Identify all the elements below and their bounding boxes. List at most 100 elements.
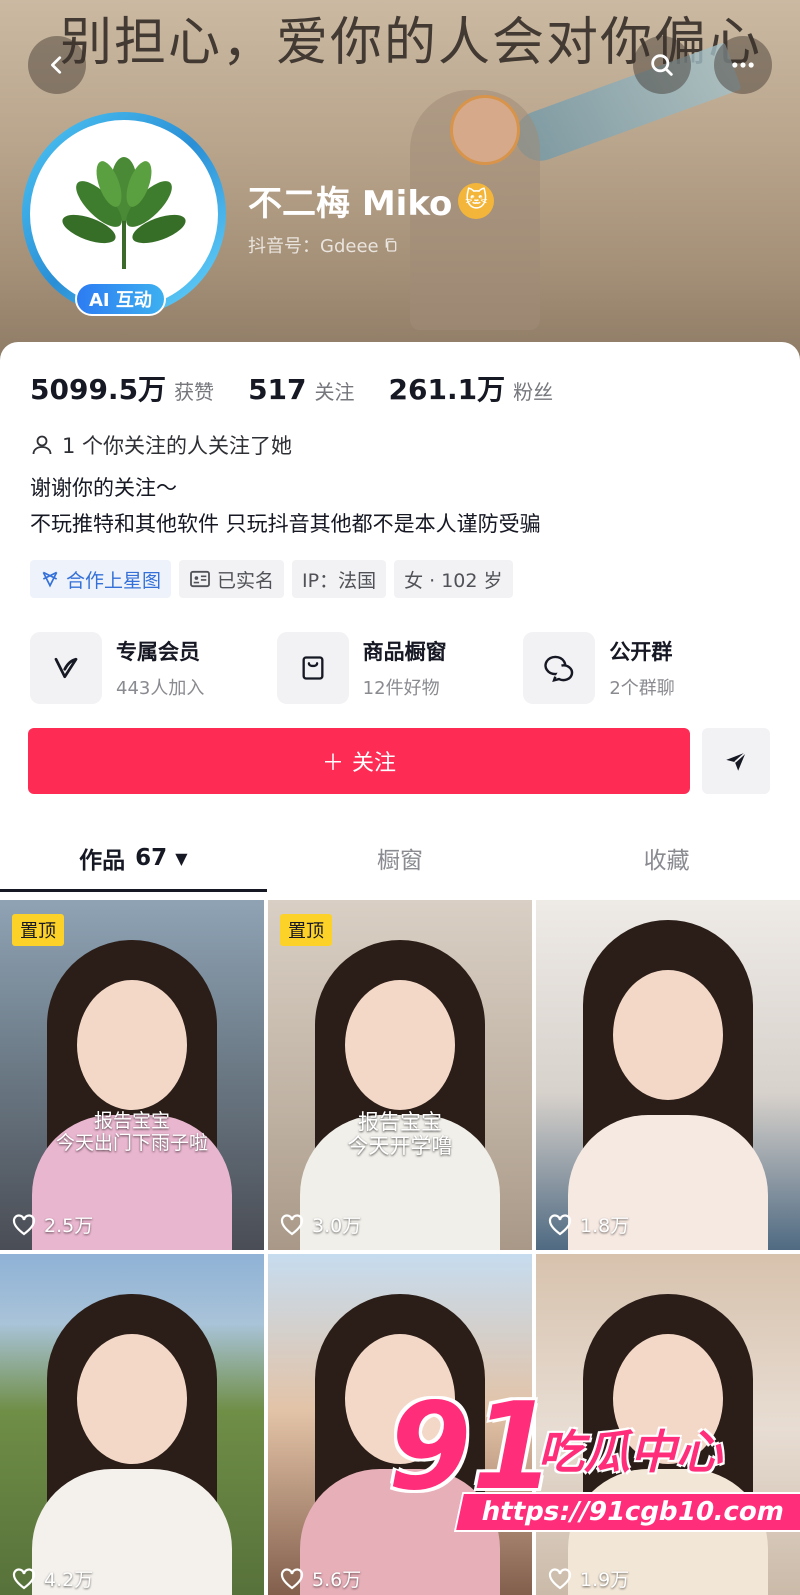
- video-tile[interactable]: 4.2万: [0, 1254, 264, 1595]
- ai-interact-badge[interactable]: AI 互动: [75, 282, 166, 316]
- feature-icon-box: [523, 632, 596, 704]
- caption-line: 今天开学噜: [347, 1134, 453, 1158]
- banner-illustration-head: [450, 95, 520, 165]
- video-tile[interactable]: 置顶 报告宝宝 今天开学噜 3.0万: [268, 900, 532, 1250]
- site-watermark: 91 吃瓜中心 https://91cgb10.com: [388, 1378, 800, 1548]
- caption-line: 今天出门下雨子啦: [55, 1132, 208, 1154]
- caption-line: 报告宝宝: [93, 1110, 170, 1132]
- tag-label: 合作上星图: [66, 569, 162, 592]
- tab-shop-window[interactable]: 橱窗: [267, 830, 534, 886]
- mutual-follow-note[interactable]: 1 个你关注的人关注了她: [30, 430, 292, 460]
- feature-title: 商品橱窗: [362, 640, 447, 664]
- profile-card: 5099.5万 获赞 517 关注 261.1万 粉丝 1 个你关注的人关注了她…: [0, 342, 800, 902]
- stat-value: 5099.5万: [30, 373, 167, 406]
- video-thumbnail: [536, 900, 800, 1250]
- bio-line: 谢谢你的关注～: [30, 476, 177, 500]
- feature-subtitle: 2个群聊: [609, 678, 675, 699]
- tag-label: IP：法国: [302, 569, 377, 592]
- tab-favorites[interactable]: 收藏: [533, 830, 800, 886]
- search-button[interactable]: [633, 36, 691, 94]
- stat-followers[interactable]: 261.1万 粉丝: [389, 368, 554, 408]
- bio-line: 不玩推特和其他软件 只玩抖音其他都不是本人谨防受骗: [30, 512, 541, 536]
- watermark-text: 吃瓜中心: [538, 1425, 722, 1479]
- like-count-value: 5.6万: [312, 1569, 362, 1591]
- stat-value: 517: [248, 373, 307, 406]
- video-caption: 报告宝宝 今天出门下雨子啦: [0, 1110, 264, 1154]
- search-icon: [651, 54, 673, 76]
- feature-shop-window[interactable]: 商品橱窗 12件好物: [276, 632, 524, 704]
- feature-public-group[interactable]: 公开群 2个群聊: [523, 632, 770, 704]
- pinned-badge: 置顶: [280, 914, 332, 946]
- tab-count: 67: [135, 845, 168, 871]
- heart-icon: [280, 1567, 304, 1589]
- content-tabs: 作品 67 ▼ 橱窗 收藏: [0, 830, 800, 892]
- cat-emoji-icon: 🐱: [458, 182, 495, 219]
- heart-icon: [548, 1213, 572, 1235]
- heart-icon: [12, 1213, 36, 1235]
- tag-ip-location: IP：法国: [292, 560, 387, 598]
- like-count-value: 2.5万: [44, 1215, 94, 1237]
- follow-label: 关注: [352, 751, 397, 776]
- stat-value: 261.1万: [388, 373, 506, 406]
- like-count: 2.5万: [12, 1211, 93, 1238]
- stat-label: 粉丝: [513, 380, 554, 404]
- pinned-badge: 置顶: [12, 914, 64, 946]
- stats-row: 5099.5万 获赞 517 关注 261.1万 粉丝: [30, 368, 553, 408]
- stat-following[interactable]: 517 关注: [248, 373, 354, 406]
- heart-icon: [548, 1567, 572, 1589]
- nickname-text: 不二梅 Miko: [248, 184, 453, 224]
- feature-entries: 专属会员 443人加入 商品橱窗 12件好物 公开群 2个群聊: [30, 632, 770, 704]
- profile-tags: 合作上星图 已实名 IP：法国 女 · 102 岁: [30, 560, 513, 598]
- video-tile[interactable]: 1.8万: [536, 900, 800, 1250]
- video-thumbnail: [0, 900, 264, 1250]
- tab-label: 收藏: [643, 848, 690, 874]
- shop-bag-icon: [302, 656, 324, 680]
- like-count-value: 1.8万: [580, 1215, 630, 1237]
- profile-nickname: 不二梅 Miko 🐱: [248, 176, 495, 225]
- follow-button[interactable]: ＋ 关注: [28, 728, 690, 794]
- feature-icon-box: [276, 632, 349, 704]
- like-count: 1.9万: [548, 1565, 629, 1592]
- heart-icon: [12, 1567, 36, 1589]
- feature-icon-box: [30, 632, 102, 704]
- watermark-number: 91: [388, 1378, 555, 1517]
- chevron-left-icon: [51, 56, 62, 74]
- more-button[interactable]: [714, 36, 772, 94]
- back-button[interactable]: [28, 36, 86, 94]
- like-count: 1.8万: [548, 1211, 629, 1238]
- more-dots-icon: [732, 62, 754, 68]
- id-card-icon: [190, 570, 210, 588]
- person-icon: [32, 435, 52, 455]
- tag-label: 女 · 102 岁: [404, 569, 503, 592]
- video-tile[interactable]: 置顶 报告宝宝 今天出门下雨子啦 2.5万: [0, 900, 264, 1250]
- caption-line: 报告宝宝: [358, 1110, 442, 1134]
- group-chat-icon: [544, 655, 574, 683]
- send-arrow-icon: [726, 751, 747, 771]
- like-count-value: 4.2万: [44, 1569, 94, 1591]
- like-count-value: 1.9万: [580, 1569, 630, 1591]
- watermark-url: https://91cgb10.com: [453, 1492, 800, 1532]
- plant-leaves-icon: [62, 157, 186, 269]
- video-thumbnail: [0, 1254, 264, 1595]
- like-count: 3.0万: [280, 1211, 361, 1238]
- video-thumbnail: [268, 900, 532, 1250]
- like-count: 5.6万: [280, 1565, 361, 1592]
- heart-icon: [280, 1213, 304, 1235]
- like-count-value: 3.0万: [312, 1215, 362, 1237]
- douyin-id[interactable]: 抖音号：Gdeee: [248, 232, 399, 258]
- tag-label: 已实名: [217, 569, 275, 592]
- tag-verified-name[interactable]: 已实名: [179, 560, 285, 598]
- share-button[interactable]: [702, 728, 770, 794]
- tab-label: 作品: [79, 848, 126, 874]
- feature-subtitle: 443人加入: [116, 678, 205, 699]
- tab-works[interactable]: 作品 67 ▼: [0, 830, 267, 892]
- copy-icon: [385, 238, 396, 252]
- tag-gender-age: 女 · 102 岁: [394, 560, 513, 598]
- stat-likes[interactable]: 5099.5万 获赞: [30, 368, 214, 408]
- star-map-icon: [42, 571, 58, 588]
- bio: 谢谢你的关注～ 不玩推特和其他软件 只玩抖音其他都不是本人谨防受骗: [30, 470, 541, 542]
- feature-vip-membership[interactable]: 专属会员 443人加入: [30, 632, 277, 704]
- tag-star-map[interactable]: 合作上星图: [30, 560, 172, 598]
- stat-label: 关注: [314, 380, 355, 404]
- douyin-id-text: 抖音号：Gdeee: [248, 236, 379, 257]
